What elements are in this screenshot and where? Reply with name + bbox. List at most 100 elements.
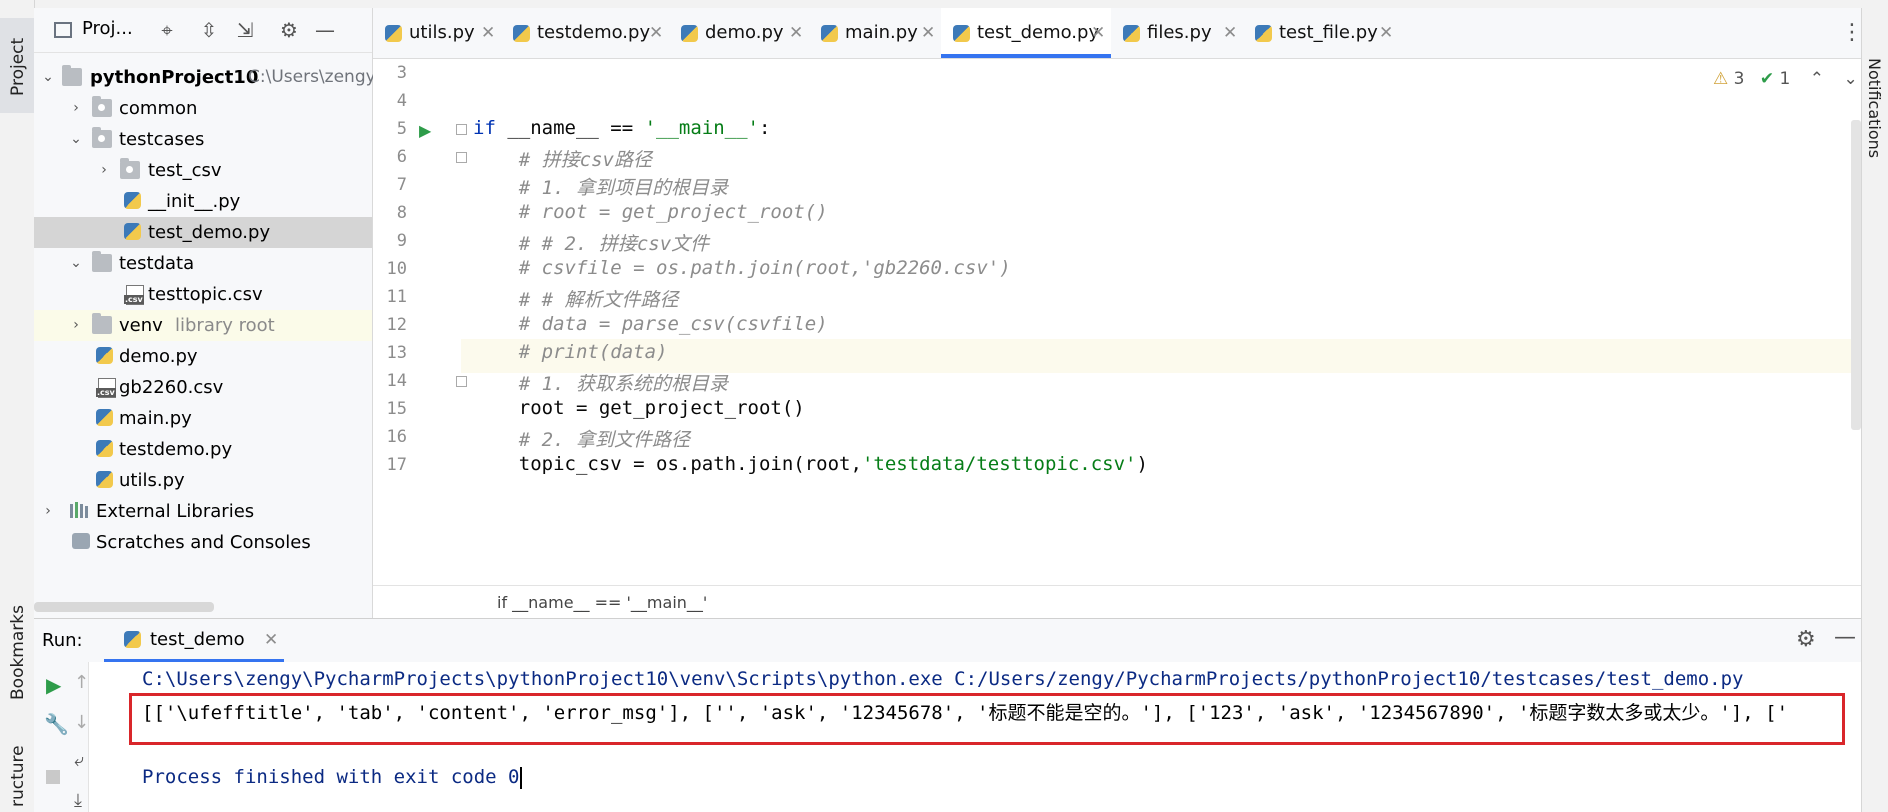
tree-item-test-demo-py[interactable]: test_demo.py bbox=[34, 217, 372, 248]
code-line-12: # data = parse_csv(csvfile) bbox=[473, 313, 828, 335]
run-tab-test-demo[interactable]: test_demo ✕ bbox=[104, 619, 284, 663]
inspection-widget[interactable]: ⚠ 3 ✔ 1 ⌃ ⌄ bbox=[1713, 69, 1858, 89]
chevron-up-icon[interactable]: ⌃ bbox=[1810, 69, 1824, 89]
fold-icon[interactable] bbox=[456, 152, 467, 163]
scroll-to-end-icon[interactable]: ⤓ bbox=[74, 790, 82, 811]
chevron-right-icon[interactable]: › bbox=[40, 496, 56, 527]
tree-item-external-libraries[interactable]: › External Libraries bbox=[34, 496, 372, 527]
tab-testdemo-py[interactable]: testdemo.py ✕ bbox=[501, 8, 669, 58]
code-line-17: topic_csv = os.path.join(root,'testdata/… bbox=[473, 453, 1148, 475]
tab-label: test_demo.py bbox=[977, 22, 1100, 43]
stop-icon[interactable] bbox=[46, 770, 60, 784]
breadcrumb-item[interactable]: if __name__ == '__main__' bbox=[497, 593, 707, 612]
bookmarks-tool-tab[interactable]: Bookmarks bbox=[0, 600, 34, 710]
weak-warning-count: 1 bbox=[1779, 69, 1791, 89]
tree-item-main-py[interactable]: main.py bbox=[34, 403, 372, 434]
select-opened-file-icon[interactable]: ⌖ bbox=[155, 18, 179, 42]
arrow-down-icon[interactable]: ↓ bbox=[74, 712, 89, 733]
chevron-right-icon[interactable]: › bbox=[68, 310, 84, 341]
hide-icon[interactable]: — bbox=[313, 18, 337, 42]
project-view-selector[interactable]: Proj... bbox=[82, 18, 133, 39]
console-finish-text: Process finished with exit code 0 bbox=[142, 766, 520, 788]
notifications-tool-tab[interactable]: Notifications bbox=[1862, 58, 1888, 178]
code-line-16: # 2. 拿到文件路径 bbox=[473, 429, 690, 451]
tree-item-testcases[interactable]: ⌄ testcases bbox=[34, 124, 372, 155]
tab-test-demo-py[interactable]: test_demo.py ✕ bbox=[941, 8, 1111, 58]
close-icon[interactable]: ✕ bbox=[1379, 8, 1393, 58]
gear-icon[interactable]: ⚙ bbox=[277, 18, 301, 42]
soft-wrap-icon[interactable]: ⤶ bbox=[74, 750, 84, 771]
tree-item-label: Scratches and Consoles bbox=[96, 532, 311, 553]
keyword: if bbox=[473, 117, 496, 139]
close-icon[interactable]: ✕ bbox=[1091, 8, 1105, 58]
close-icon[interactable]: ✕ bbox=[1223, 8, 1237, 58]
chevron-down-icon[interactable]: ⌄ bbox=[1843, 69, 1857, 89]
tree-item-label: pythonProject10 bbox=[90, 67, 259, 88]
csv-file-icon: .csv bbox=[124, 285, 144, 305]
tree-item-test-csv[interactable]: › test_csv bbox=[34, 155, 372, 186]
editor-scrollbar[interactable] bbox=[1851, 120, 1861, 430]
project-tool-tab[interactable]: Project bbox=[0, 18, 34, 113]
close-icon[interactable]: ✕ bbox=[649, 8, 663, 58]
arrow-up-icon[interactable]: ↑ bbox=[74, 672, 89, 693]
tree-item-common[interactable]: › common bbox=[34, 93, 372, 124]
expand-all-icon[interactable]: ⇳ bbox=[197, 18, 221, 42]
tab-demo-py[interactable]: demo.py ✕ bbox=[669, 8, 809, 58]
tree-item-testdemo-py[interactable]: testdemo.py bbox=[34, 434, 372, 465]
code-editor[interactable]: ⚠ 3 ✔ 1 ⌃ ⌄ 3 4 5 ▶ if __name__ == '__ma… bbox=[373, 59, 1861, 585]
line-number: 10 bbox=[386, 259, 407, 279]
python-file-icon bbox=[681, 25, 698, 42]
line-number: 8 bbox=[396, 203, 407, 223]
close-icon[interactable]: ✕ bbox=[921, 8, 935, 58]
tree-item-demo-py[interactable]: demo.py bbox=[34, 341, 372, 372]
console-command-line: C:\Users\zengy\PycharmProjects\pythonPro… bbox=[142, 668, 1744, 690]
tree-item-pythonproject10[interactable]: ⌄ pythonProject10 C:\Users\zengy\ bbox=[34, 62, 381, 93]
structure-tool-tab[interactable]: ructure bbox=[0, 735, 34, 812]
rerun-icon[interactable]: ▶ bbox=[46, 673, 61, 697]
code-text: ) bbox=[1136, 453, 1148, 475]
tree-item-scratches[interactable]: Scratches and Consoles bbox=[34, 527, 372, 558]
tree-item-label: test_demo.py bbox=[148, 222, 271, 243]
project-view-icon[interactable] bbox=[54, 22, 72, 38]
tab-label: test_file.py bbox=[1279, 22, 1378, 43]
fold-icon[interactable] bbox=[456, 376, 467, 387]
chevron-down-icon[interactable]: ⌄ bbox=[40, 62, 56, 93]
more-tabs-icon[interactable]: ⋮ bbox=[1841, 20, 1863, 45]
tab-label: main.py bbox=[845, 22, 918, 43]
breadcrumb[interactable]: if __name__ == '__main__' bbox=[373, 585, 1861, 618]
tree-item-gb2260-csv[interactable]: .csv gb2260.csv bbox=[34, 372, 372, 403]
code-line-13: # print(data) bbox=[473, 341, 668, 363]
chevron-right-icon[interactable]: › bbox=[96, 155, 112, 186]
tree-item-utils-py[interactable]: utils.py bbox=[34, 465, 372, 496]
fold-icon[interactable] bbox=[456, 124, 467, 135]
wrench-icon[interactable]: 🔧 bbox=[44, 712, 69, 736]
tree-item-venv[interactable]: › venv library root bbox=[34, 310, 372, 341]
tab-utils-py[interactable]: utils.py ✕ bbox=[373, 8, 501, 58]
close-icon[interactable]: ✕ bbox=[481, 8, 495, 58]
console-finish-line: Process finished with exit code 0 bbox=[142, 766, 522, 789]
chevron-down-icon[interactable]: ⌄ bbox=[68, 248, 84, 279]
chevron-down-icon[interactable]: ⌄ bbox=[68, 124, 84, 155]
python-file-icon bbox=[96, 347, 113, 364]
python-file-icon bbox=[953, 25, 970, 42]
chevron-right-icon[interactable]: › bbox=[68, 93, 84, 124]
tree-item-testdata[interactable]: ⌄ testdata bbox=[34, 248, 372, 279]
string-literal: '__main__' bbox=[644, 117, 759, 139]
tab-files-py[interactable]: files.py ✕ bbox=[1111, 8, 1243, 58]
tree-item-testtopic-csv[interactable]: .csv testtopic.csv bbox=[34, 279, 372, 310]
tree-item-init-py[interactable]: __init__.py bbox=[34, 186, 372, 217]
tab-test-file-py[interactable]: test_file.py ✕ bbox=[1243, 8, 1401, 58]
line-number: 11 bbox=[386, 287, 407, 307]
python-file-icon bbox=[124, 223, 141, 240]
warning-count: 3 bbox=[1733, 69, 1745, 89]
tab-main-py[interactable]: main.py ✕ bbox=[809, 8, 941, 58]
horizontal-scrollbar[interactable] bbox=[34, 602, 214, 612]
close-icon[interactable]: ✕ bbox=[789, 8, 803, 58]
python-file-icon bbox=[385, 25, 402, 42]
close-icon[interactable]: ✕ bbox=[264, 630, 278, 650]
run-gutter-icon[interactable]: ▶ bbox=[419, 121, 431, 140]
tree-item-label: testtopic.csv bbox=[148, 284, 263, 305]
gear-icon[interactable]: ⚙ bbox=[1796, 627, 1816, 652]
hide-icon[interactable]: — bbox=[1834, 625, 1856, 650]
collapse-all-icon[interactable]: ⇲ bbox=[233, 18, 257, 42]
